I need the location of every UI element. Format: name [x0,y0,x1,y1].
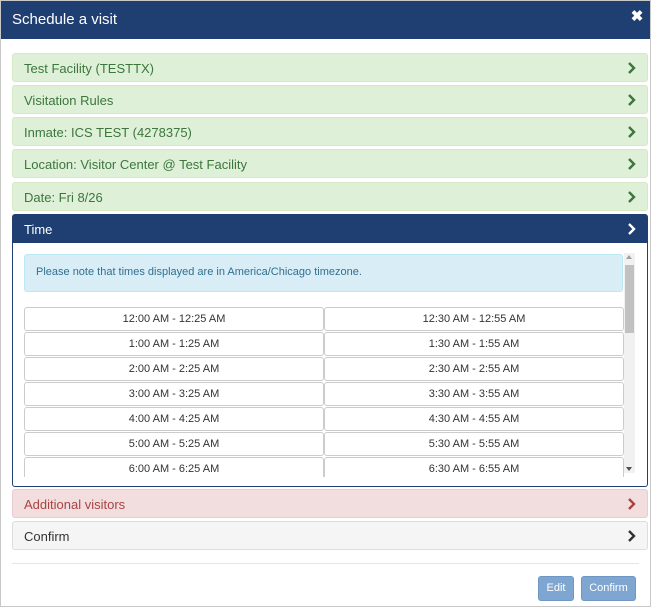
chevron-right-icon [627,497,637,511]
time-panel: Time Please note that times displayed ar… [12,214,648,487]
scrollbar-thumb[interactable] [625,265,634,333]
step-location[interactable]: Location: Visitor Center @ Test Facility [12,149,648,178]
chevron-right-icon [627,222,637,239]
step-visitation-rules-label: Visitation Rules [24,93,114,108]
time-slot-button[interactable]: 2:30 AM - 2:55 AM [324,357,624,381]
step-facility-label: Test Facility (TESTTX) [24,61,155,76]
step-additional-visitors-label: Additional visitors [24,497,126,512]
chevron-right-icon [627,125,637,139]
dialog-title: Schedule a visit [12,11,118,28]
time-slot-button[interactable]: 2:00 AM - 2:25 AM [24,357,324,381]
chevron-right-icon [627,61,637,75]
step-confirm-label: Confirm [24,529,70,544]
time-slot-button[interactable]: 1:30 AM - 1:55 AM [324,332,624,356]
close-icon[interactable]: ✖ [630,9,644,25]
timezone-notice-text: Please note that times displayed are in … [36,266,362,278]
chevron-right-icon [627,190,637,204]
scroll-up-arrow-icon[interactable] [626,255,632,259]
time-slot-button[interactable]: 4:00 AM - 4:25 AM [24,407,324,431]
chevron-right-icon [627,529,637,543]
step-additional-visitors[interactable]: Additional visitors [12,489,648,518]
step-inmate[interactable]: Inmate: ICS TEST (4278375) [12,117,648,146]
dialog-header: Schedule a visit ✖ [1,1,650,39]
time-slot-scrollbar[interactable] [624,253,635,473]
step-date-label: Date: Fri 8/26 [24,190,103,205]
chevron-right-icon [627,93,637,107]
step-location-label: Location: Visitor Center @ Test Facility [24,157,247,172]
step-facility[interactable]: Test Facility (TESTTX) [12,53,648,82]
time-slot-scroll-area[interactable]: Please note that times displayed are in … [24,254,636,477]
time-slot-button[interactable]: 5:00 AM - 5:25 AM [24,432,324,456]
step-confirm[interactable]: Confirm [12,521,648,550]
time-slot-button[interactable]: 12:30 AM - 12:55 AM [324,307,624,331]
timezone-notice: Please note that times displayed are in … [24,254,623,292]
step-time[interactable]: Time [13,215,647,243]
chevron-right-icon [627,157,637,171]
time-slot-button[interactable]: 12:00 AM - 12:25 AM [24,307,324,331]
step-time-label: Time [24,222,53,237]
confirm-button[interactable]: Confirm [581,576,636,601]
time-slot-button[interactable]: 1:00 AM - 1:25 AM [24,332,324,356]
time-slot-button[interactable]: 6:00 AM - 6:25 AM [24,457,324,477]
time-slot-button[interactable]: 4:30 AM - 4:55 AM [324,407,624,431]
footer-divider [12,563,639,564]
time-slot-button[interactable]: 3:00 AM - 3:25 AM [24,382,324,406]
time-slot-button[interactable]: 3:30 AM - 3:55 AM [324,382,624,406]
edit-button[interactable]: Edit [538,576,574,601]
schedule-visit-dialog: Schedule a visit ✖ Test Facility (TESTTX… [0,0,651,607]
scroll-down-arrow-icon[interactable] [626,467,632,471]
step-inmate-label: Inmate: ICS TEST (4278375) [24,125,192,140]
time-slot-button[interactable]: 6:30 AM - 6:55 AM [324,457,624,477]
time-slot-button[interactable]: 5:30 AM - 5:55 AM [324,432,624,456]
step-date[interactable]: Date: Fri 8/26 [12,182,648,211]
step-visitation-rules[interactable]: Visitation Rules [12,85,648,114]
